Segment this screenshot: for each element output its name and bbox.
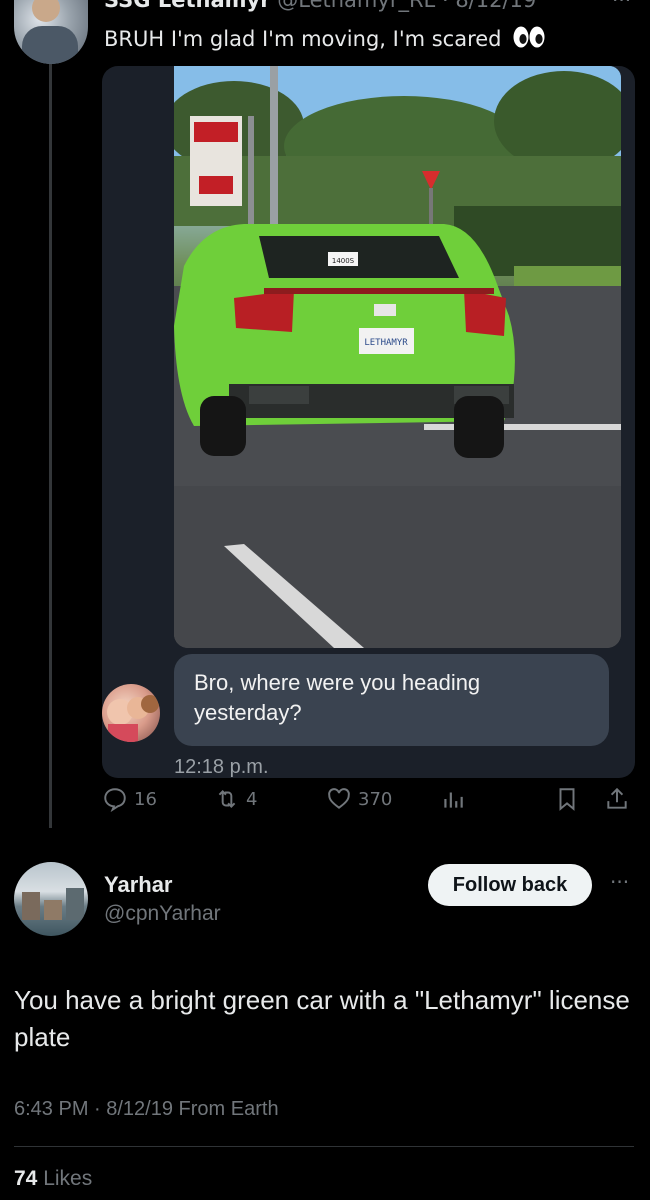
retweet-button[interactable]: 4 <box>214 786 257 812</box>
reply-timestamp[interactable]: 6:43 PM · 8/12/19 From Earth <box>14 1098 279 1121</box>
share-button[interactable] <box>604 786 630 812</box>
dealer-tag-text: 1400S <box>332 257 355 265</box>
reply-avatar[interactable] <box>14 862 88 936</box>
parent-avatar[interactable] <box>14 0 88 64</box>
reply-more-icon[interactable]: ··· <box>610 870 629 894</box>
reply-count: 16 <box>134 788 157 810</box>
follow-back-button[interactable]: Follow back <box>428 864 592 906</box>
parent-handle[interactable]: @Lethamyr_RL <box>277 0 435 12</box>
parent-tweet-text: BRUH I'm glad I'm moving, I'm scared <box>104 25 546 54</box>
avatar-figure <box>22 26 78 64</box>
like-count: 370 <box>358 788 393 810</box>
avatar-face <box>32 0 60 22</box>
parent-more-icon[interactable]: ··· <box>612 0 631 12</box>
parent-tweet-header: SSG Lethamyr @Lethamyr_RL · 8/12/19 <box>104 0 536 12</box>
reply-button[interactable]: 16 <box>102 786 157 812</box>
heart-icon <box>328 788 350 809</box>
reply-handle[interactable]: @cpnYarhar <box>104 902 221 926</box>
car-photo[interactable]: LETHAMYR 1400S <box>174 66 621 648</box>
like-button[interactable]: 370 <box>326 786 392 812</box>
tweet-media-card[interactable]: LETHAMYR 1400S Bro, where were you headi… <box>102 66 635 778</box>
reply-tweet-text: You have a bright green car with a "Leth… <box>14 985 630 1052</box>
parent-tweet-body: BRUH I'm glad I'm moving, I'm scared <box>104 27 502 51</box>
header-separator: · <box>441 0 449 12</box>
parent-date[interactable]: 8/12/19 <box>455 0 536 12</box>
avatar-building <box>44 900 62 920</box>
likes-label: Likes <box>43 1167 93 1190</box>
reply-display-name[interactable]: Yarhar <box>104 872 173 898</box>
chat-sender-avatar <box>102 684 160 742</box>
analytics-icon <box>444 792 463 808</box>
share-icon <box>607 787 627 809</box>
chat-message-bubble: Bro, where were you heading yesterday? <box>174 654 609 746</box>
bookmark-button[interactable] <box>554 786 580 812</box>
thread-connector-line <box>49 62 52 828</box>
avatar-building <box>22 892 40 920</box>
retweet-icon <box>218 790 236 808</box>
parent-tweet-actions: 16 4 370 <box>0 786 650 826</box>
likes-summary[interactable]: 74 Likes <box>14 1167 92 1191</box>
divider <box>14 1146 634 1147</box>
retweet-count: 4 <box>246 788 258 810</box>
license-plate-text: LETHAMYR <box>364 338 408 348</box>
avatar-building <box>66 888 84 920</box>
chat-message-time: 12:18 p.m. <box>174 756 269 778</box>
reply-icon <box>104 788 126 812</box>
eyes-emoji-icon <box>512 25 546 54</box>
tweet-thread-page: SSG Lethamyr @Lethamyr_RL · 8/12/19 ··· … <box>0 0 650 1200</box>
bookmark-icon <box>559 788 575 811</box>
likes-count: 74 <box>14 1167 38 1190</box>
views-button[interactable] <box>440 786 466 812</box>
parent-display-name[interactable]: SSG Lethamyr <box>104 0 271 12</box>
